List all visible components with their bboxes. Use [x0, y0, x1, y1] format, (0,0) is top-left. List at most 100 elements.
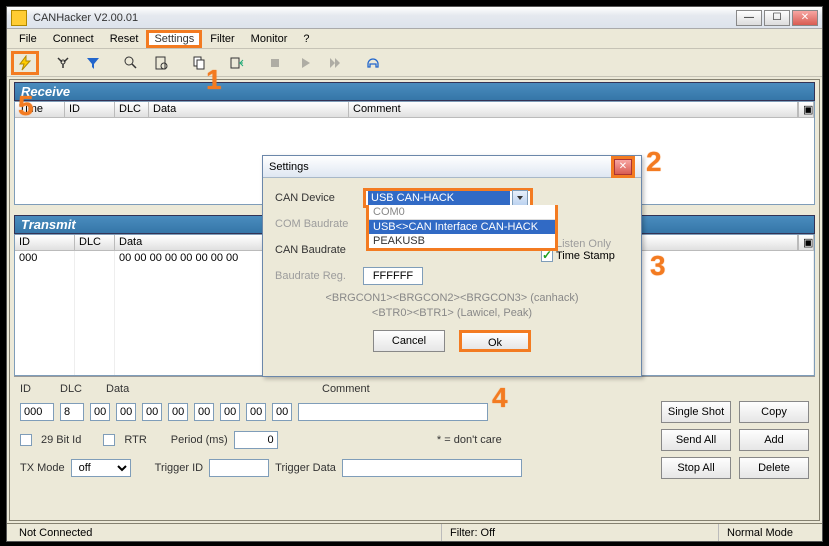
opt-peakusb[interactable]: PEAKUSB — [369, 234, 555, 248]
data-label: Data — [106, 383, 316, 395]
d7[interactable] — [272, 403, 292, 421]
bit29-checkbox[interactable] — [20, 434, 32, 446]
annotation-4: 4 — [492, 382, 508, 414]
annotation-1: 1 — [206, 64, 222, 96]
baudreg-input[interactable] — [363, 267, 423, 285]
menu-monitor[interactable]: Monitor — [243, 31, 296, 47]
menu-filter[interactable]: Filter — [202, 31, 242, 47]
d6[interactable] — [246, 403, 266, 421]
tx-dlc-cell[interactable] — [75, 251, 115, 375]
can-device-dropdown[interactable]: COM0 USB<>CAN Interface CAN-HACK PEAKUSB — [366, 205, 558, 251]
trigid-label: Trigger ID — [155, 462, 204, 474]
dlc-input[interactable] — [60, 403, 84, 421]
sendall-button[interactable]: Send All — [661, 429, 731, 451]
period-label: Period (ms) — [171, 434, 228, 446]
can-device-value: USB CAN-HACK — [368, 191, 510, 205]
id-input[interactable] — [20, 403, 54, 421]
timestamp-label: Time Stamp — [556, 250, 615, 262]
stopall-button[interactable]: Stop All — [661, 457, 731, 479]
menu-reset[interactable]: Reset — [102, 31, 147, 47]
d0[interactable] — [90, 403, 110, 421]
period-input[interactable] — [234, 431, 278, 449]
copy-row-button[interactable]: Copy — [739, 401, 809, 423]
statusbar: Not Connected Filter: Off Normal Mode — [7, 523, 822, 541]
listen-only-label: Listen Only — [556, 238, 611, 250]
dialog-titlebar: Settings ✕ — [263, 156, 641, 178]
comment-input[interactable] — [298, 403, 488, 421]
txmode-select[interactable]: off — [71, 459, 131, 477]
can-device-combo[interactable]: USB CAN-HACK COM0 USB<>CAN Interface CAN… — [363, 188, 533, 208]
tools-button[interactable] — [49, 51, 77, 75]
transmit-editor: ID DLC Data Comment — [14, 376, 815, 491]
trigdata-label: Trigger Data — [275, 462, 336, 474]
annotation-5: 5 — [18, 90, 34, 122]
menu-help[interactable]: ? — [295, 31, 317, 47]
menubar: File Connect Reset Settings Filter Monit… — [7, 29, 822, 49]
filter-button[interactable] — [79, 51, 107, 75]
close-button[interactable]: ✕ — [792, 10, 818, 26]
titlebar: CANHacker V2.00.01 — ☐ ✕ — [7, 7, 822, 29]
hint2: <BTR0><BTR1> (Lawicel, Peak) — [275, 307, 629, 320]
receive-corner-icon[interactable]: ▣ — [798, 102, 814, 117]
zoom-button[interactable] — [117, 51, 145, 75]
trigid-input[interactable] — [209, 459, 269, 477]
stop-button[interactable] — [261, 51, 289, 75]
opt-com0[interactable]: COM0 — [369, 205, 555, 220]
dlc-label: DLC — [60, 383, 100, 395]
menu-file[interactable]: File — [11, 31, 45, 47]
d5[interactable] — [220, 403, 240, 421]
transmit-corner-icon[interactable]: ▣ — [798, 235, 814, 250]
annotation-2: 2 — [646, 146, 662, 178]
rtr-checkbox[interactable] — [103, 434, 115, 446]
status-filter: Filter: Off — [441, 524, 718, 541]
menu-settings[interactable]: Settings — [146, 30, 202, 48]
timestamp-checkbox[interactable] — [541, 250, 553, 262]
col-comment[interactable]: Comment — [349, 102, 798, 117]
tcol-dlc[interactable]: DLC — [75, 235, 115, 250]
dialog-close-button[interactable]: ✕ — [614, 159, 632, 175]
minimize-button[interactable]: — — [736, 10, 762, 26]
settings-dialog: Settings ✕ CAN Device USB CAN-HACK COM0 … — [262, 155, 642, 377]
com-baud-label: COM Baudrate — [275, 218, 363, 230]
trigdata-input[interactable] — [342, 459, 522, 477]
can-baud-label: CAN Baudrate — [275, 244, 363, 256]
cancel-button[interactable]: Cancel — [373, 330, 445, 352]
d2[interactable] — [142, 403, 162, 421]
opt-usb-canhack[interactable]: USB<>CAN Interface CAN-HACK — [369, 220, 555, 234]
can-device-label: CAN Device — [275, 192, 363, 204]
headset-button[interactable] — [359, 51, 387, 75]
annotation-3: 3 — [650, 250, 666, 282]
export-button[interactable] — [223, 51, 251, 75]
status-mode: Normal Mode — [718, 524, 818, 541]
forward-button[interactable] — [321, 51, 349, 75]
app-icon — [11, 10, 27, 26]
dontcare-label: * = don't care — [284, 434, 655, 446]
window-title: CANHacker V2.00.01 — [33, 12, 736, 24]
col-id[interactable]: ID — [65, 102, 115, 117]
hint1: <BRGCON1><BRGCON2><BRGCON3> (canhack) — [275, 292, 629, 305]
page-button[interactable] — [147, 51, 175, 75]
col-dlc[interactable]: DLC — [115, 102, 149, 117]
status-connection: Not Connected — [11, 524, 441, 541]
add-button[interactable]: Add — [739, 429, 809, 451]
tx-id-cell[interactable]: 000 — [15, 251, 75, 375]
toolbar — [7, 49, 822, 77]
bit29-label: 29 Bit Id — [41, 434, 81, 446]
combo-arrow-icon[interactable] — [512, 190, 528, 206]
single-shot-button[interactable]: Single Shot — [661, 401, 731, 423]
rtr-label: RTR — [124, 434, 146, 446]
maximize-button[interactable]: ☐ — [764, 10, 790, 26]
baudreg-label: Baudrate Reg. — [275, 270, 363, 282]
col-data[interactable]: Data — [149, 102, 349, 117]
ok-button[interactable]: Ok — [459, 330, 531, 352]
receive-title: Receive — [14, 82, 815, 101]
menu-connect[interactable]: Connect — [45, 31, 102, 47]
d4[interactable] — [194, 403, 214, 421]
connect-flash-button[interactable] — [11, 51, 39, 75]
delete-button[interactable]: Delete — [739, 457, 809, 479]
id-label: ID — [20, 383, 54, 395]
d3[interactable] — [168, 403, 188, 421]
play-button[interactable] — [291, 51, 319, 75]
tcol-id[interactable]: ID — [15, 235, 75, 250]
d1[interactable] — [116, 403, 136, 421]
